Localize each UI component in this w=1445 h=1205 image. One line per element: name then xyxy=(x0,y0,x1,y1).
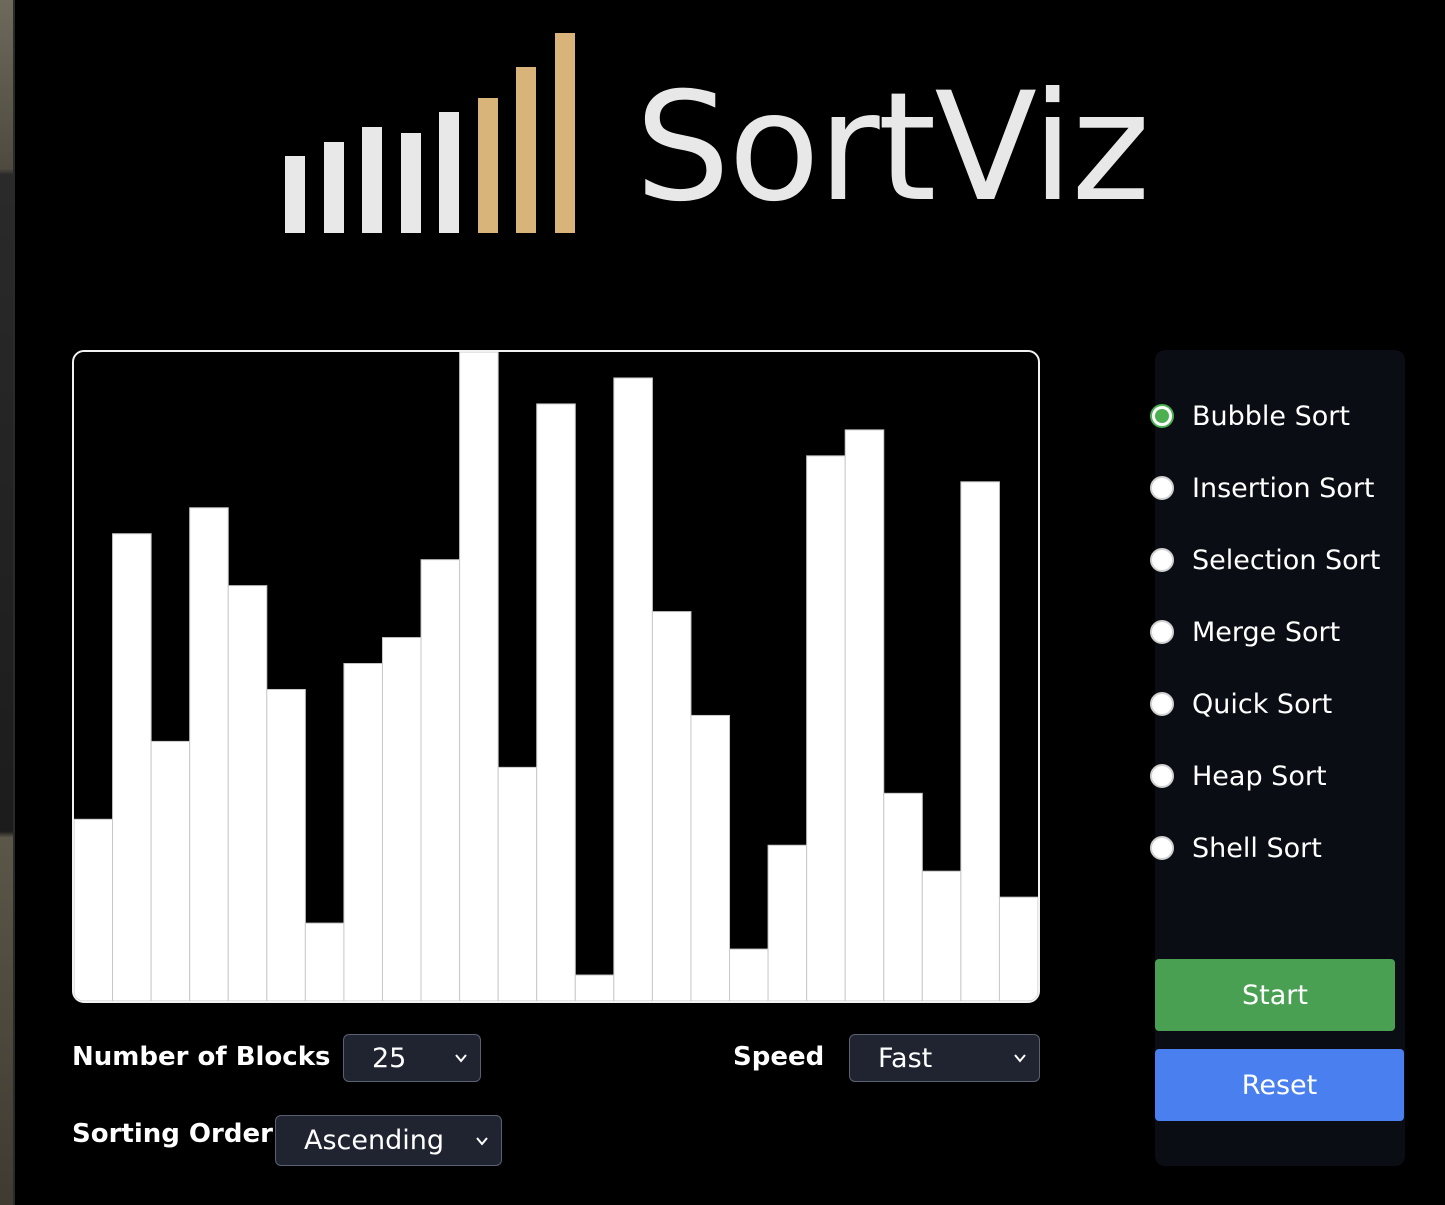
order-label: Sorting Order xyxy=(72,1119,273,1149)
chevron-down-icon xyxy=(1014,1054,1026,1063)
radio-merge-sort[interactable]: Merge Sort xyxy=(1150,612,1340,652)
chevron-down-icon xyxy=(455,1054,467,1063)
sort-bar xyxy=(74,818,114,1001)
speed-select[interactable]: Fast xyxy=(849,1034,1040,1082)
sort-bar xyxy=(304,922,345,1001)
sort-bar xyxy=(844,429,885,1001)
sort-bar xyxy=(574,974,615,1001)
sort-bar xyxy=(189,507,229,1001)
radio-bubble-sort[interactable]: Bubble Sort xyxy=(1150,396,1350,436)
speed-select-value: Fast xyxy=(878,1042,933,1074)
radio-insertion-sort[interactable]: Insertion Sort xyxy=(1150,468,1375,508)
sort-bar xyxy=(343,663,383,1001)
radio-label: Shell Sort xyxy=(1192,832,1322,864)
radio-button[interactable] xyxy=(1150,476,1174,500)
bars-chart xyxy=(74,352,1038,1001)
logo-bars-icon xyxy=(285,28,605,233)
sort-bar xyxy=(651,611,692,1001)
sort-bar xyxy=(227,585,268,1001)
sort-bar xyxy=(690,714,731,1001)
radio-label: Insertion Sort xyxy=(1192,472,1375,504)
sorting-visualizer xyxy=(72,350,1040,1003)
sort-bar xyxy=(767,844,808,1001)
blocks-label: Number of Blocks xyxy=(72,1042,331,1072)
sort-bar xyxy=(536,403,576,1001)
window-border xyxy=(13,0,15,1205)
logo-bar xyxy=(285,155,305,233)
sort-bar xyxy=(729,948,769,1001)
radio-button[interactable] xyxy=(1150,548,1174,572)
radio-button[interactable] xyxy=(1150,620,1174,644)
reset-button[interactable]: Reset xyxy=(1155,1049,1404,1121)
order-select-value: Ascending xyxy=(304,1125,444,1156)
sort-bar xyxy=(806,455,846,1001)
speed-label: Speed xyxy=(733,1042,825,1072)
radio-button[interactable] xyxy=(1150,404,1174,428)
sort-bar xyxy=(459,352,499,1001)
logo-bar xyxy=(323,141,344,233)
radio-label: Quick Sort xyxy=(1192,688,1333,720)
radio-quick-sort[interactable]: Quick Sort xyxy=(1150,684,1332,724)
logo-text: SortViz xyxy=(635,61,1150,235)
logo-bar xyxy=(554,33,575,233)
sort-bar xyxy=(381,637,422,1001)
sort-bar xyxy=(497,766,538,1001)
logo-bar xyxy=(439,111,459,233)
chevron-down-icon xyxy=(476,1137,488,1146)
start-button[interactable]: Start xyxy=(1155,959,1395,1031)
radio-label: Bubble Sort xyxy=(1192,400,1350,432)
radio-button[interactable] xyxy=(1150,692,1174,716)
logo-bar xyxy=(400,133,421,233)
blocks-select[interactable]: 25 xyxy=(343,1034,481,1082)
radio-label: Merge Sort xyxy=(1192,616,1341,648)
radio-label: Heap Sort xyxy=(1192,760,1327,792)
background-window-edge xyxy=(0,0,13,1205)
logo-bar xyxy=(362,126,382,233)
sort-bar xyxy=(998,896,1038,1001)
blocks-select-value: 25 xyxy=(372,1042,407,1074)
radio-label: Selection Sort xyxy=(1192,544,1381,576)
logo-bar xyxy=(516,66,536,233)
radio-selection-sort[interactable]: Selection Sort xyxy=(1150,540,1380,580)
radio-heap-sort[interactable]: Heap Sort xyxy=(1150,756,1327,796)
sort-bar xyxy=(266,688,306,1001)
radio-shell-sort[interactable]: Shell Sort xyxy=(1150,828,1322,868)
radio-button[interactable] xyxy=(1150,836,1174,860)
sort-bar xyxy=(150,740,191,1001)
sort-bar xyxy=(613,377,653,1001)
app-logo: SortViz xyxy=(285,28,1195,238)
sort-bar xyxy=(883,792,923,1001)
sort-bar xyxy=(112,533,152,1001)
radio-button[interactable] xyxy=(1150,764,1174,788)
sort-bar xyxy=(420,559,461,1001)
sort-bar xyxy=(921,870,962,1001)
order-select[interactable]: Ascending xyxy=(275,1115,502,1166)
logo-bar xyxy=(477,98,498,233)
sort-bar xyxy=(960,481,1000,1001)
